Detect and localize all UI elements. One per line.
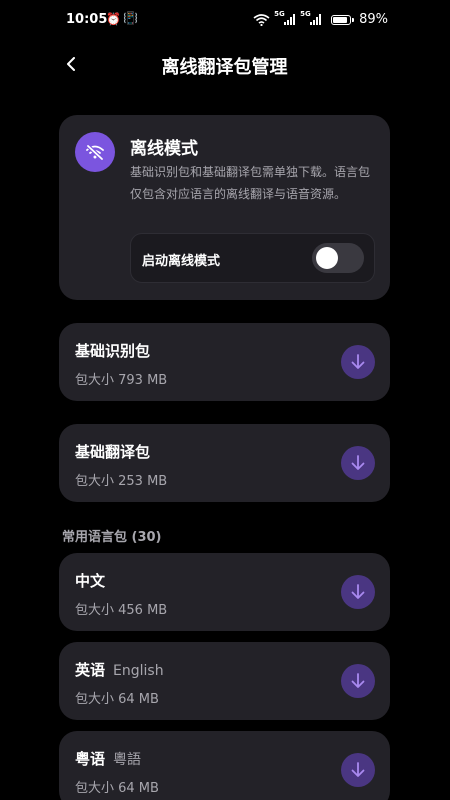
download-button[interactable] xyxy=(341,753,375,787)
download-icon xyxy=(351,354,365,369)
status-bar: 10:05 ⏰ 📳 5G 5G 89% xyxy=(59,0,390,40)
download-button[interactable] xyxy=(341,575,375,609)
alarm-icon: ⏰ xyxy=(106,12,121,26)
download-button[interactable] xyxy=(341,446,375,480)
offline-mode-card: 离线模式 基础识别包和基础翻译包需单独下载。语言包仅包含对应语言的离线翻译与语音… xyxy=(59,115,390,300)
package-size: 包大小 456 MB xyxy=(75,603,168,618)
offline-mode-title: 离线模式 xyxy=(130,139,198,159)
package-size: 包大小 253 MB xyxy=(75,474,168,489)
language-name: 英语 xyxy=(75,661,106,679)
package-name: 中文 xyxy=(75,570,113,591)
package-name: 粤语 粵語 xyxy=(75,748,141,769)
status-right: 5G 5G 89% xyxy=(253,10,388,27)
language-package-card[interactable]: 英语 English 包大小 64 MB xyxy=(59,642,390,720)
package-name: 英语 English xyxy=(75,659,164,680)
package-name: 基础识别包 xyxy=(75,342,151,360)
package-size: 包大小 793 MB xyxy=(75,373,168,388)
language-name: 中文 xyxy=(75,572,106,590)
language-package-card[interactable]: 中文 包大小 456 MB xyxy=(59,553,390,631)
base-package-card[interactable]: 基础识别包 包大小 793 MB xyxy=(59,323,390,401)
language-section-title: 常用语言包 (30) xyxy=(62,530,162,545)
page-title: 离线翻译包管理 xyxy=(161,57,288,78)
app-screen: 10:05 ⏰ 📳 5G 5G 89% 离线翻译包管理 离线模式 基础识别包和基… xyxy=(59,0,390,800)
download-button[interactable] xyxy=(341,345,375,379)
wifi-off-icon xyxy=(75,132,115,172)
package-size: 包大小 64 MB xyxy=(75,781,159,796)
offline-mode-description: 基础识别包和基础翻译包需单独下载。语言包仅包含对应语言的离线翻译与语音资源。 xyxy=(130,165,371,201)
download-icon xyxy=(351,455,365,470)
top-bar: 离线翻译包管理 xyxy=(59,44,390,84)
network-type-2: 5G xyxy=(300,10,311,18)
vibrate-icon: 📳 xyxy=(123,11,138,25)
battery-percent: 89% xyxy=(359,12,388,27)
battery-icon xyxy=(331,14,355,25)
download-icon xyxy=(351,762,365,777)
package-name: 基础翻译包 xyxy=(75,443,151,461)
network-type-1: 5G xyxy=(274,10,285,18)
switch-knob xyxy=(316,247,338,269)
signal-icon-1: 5G xyxy=(274,10,296,25)
offline-mode-toggle-row: 启动离线模式 xyxy=(130,233,375,283)
download-icon xyxy=(351,584,365,599)
signal-icon-2: 5G xyxy=(300,10,322,25)
status-time: 10:05 xyxy=(66,12,108,27)
base-package-card[interactable]: 基础翻译包 包大小 253 MB xyxy=(59,424,390,502)
package-size: 包大小 64 MB xyxy=(75,692,159,707)
download-icon xyxy=(351,673,365,688)
language-package-card[interactable]: 粤语 粵語 包大小 64 MB xyxy=(59,731,390,800)
download-button[interactable] xyxy=(341,664,375,698)
offline-mode-toggle-label: 启动离线模式 xyxy=(142,254,221,269)
language-alt-name: English xyxy=(113,663,164,679)
wifi-icon xyxy=(253,13,270,26)
language-name: 粤语 xyxy=(75,750,106,768)
offline-mode-switch[interactable] xyxy=(312,243,364,273)
language-alt-name: 粵語 xyxy=(113,752,142,768)
